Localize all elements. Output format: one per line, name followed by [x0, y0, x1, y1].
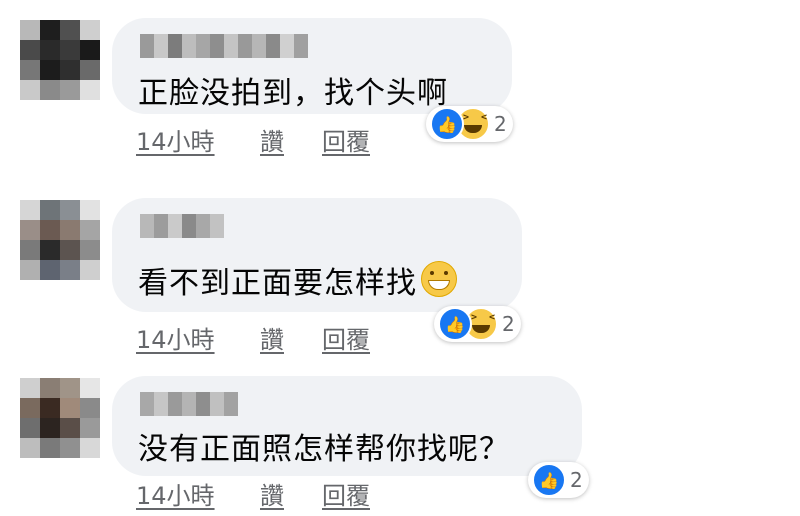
reaction-count: 2 [502, 312, 515, 336]
author-name-blurred[interactable] [140, 214, 224, 238]
reaction-summary[interactable]: 👍 2 [434, 306, 521, 342]
timestamp-link[interactable]: 14小時 [136, 122, 260, 157]
like-icon: 👍 [430, 107, 464, 141]
like-button[interactable]: 讚 [260, 476, 322, 511]
reaction-count: 2 [494, 112, 507, 136]
grinning-sweat-icon [421, 261, 457, 297]
comment-bubble: 看不到正面要怎样找 [112, 198, 522, 312]
comment-actions: 14小時 讚 回覆 [136, 320, 370, 355]
comment-bubble: 没有正面照怎样帮你找呢？ [112, 376, 582, 476]
like-icon: 👍 [438, 307, 472, 341]
comment-text: 没有正面照怎样帮你找呢？ [138, 432, 510, 467]
reaction-count: 2 [570, 468, 583, 492]
like-button[interactable]: 讚 [260, 320, 322, 355]
author-name-blurred[interactable] [140, 392, 238, 416]
reply-button[interactable]: 回覆 [322, 122, 370, 157]
avatar[interactable] [20, 20, 100, 100]
comment-text: 看不到正面要怎样找 [138, 258, 457, 302]
avatar[interactable] [20, 200, 100, 280]
like-icon: 👍 [532, 463, 566, 497]
author-name-blurred[interactable] [140, 34, 308, 58]
comment-bubble: 正脸没拍到，找个头啊 [112, 18, 512, 114]
timestamp-link[interactable]: 14小時 [136, 320, 260, 355]
reply-button[interactable]: 回覆 [322, 476, 370, 511]
reaction-summary[interactable]: 👍 2 [426, 106, 513, 142]
timestamp-link[interactable]: 14小時 [136, 476, 260, 511]
comment-actions: 14小時 讚 回覆 [136, 476, 370, 511]
like-button[interactable]: 讚 [260, 122, 322, 157]
comment-actions: 14小時 讚 回覆 [136, 122, 370, 157]
avatar[interactable] [20, 378, 100, 458]
reply-button[interactable]: 回覆 [322, 320, 370, 355]
comment-text: 正脸没拍到，找个头啊 [138, 76, 448, 111]
reaction-summary[interactable]: 👍 2 [528, 462, 589, 498]
comment-text-content: 看不到正面要怎样找 [138, 266, 417, 301]
